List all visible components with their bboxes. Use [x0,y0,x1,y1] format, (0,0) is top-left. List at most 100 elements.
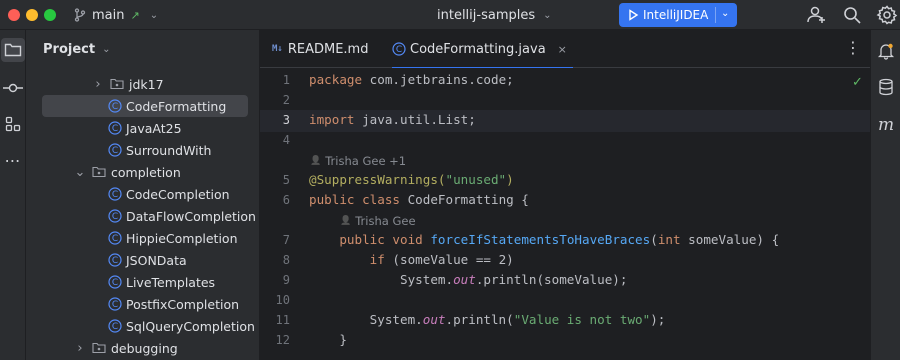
add-user-icon[interactable] [805,4,827,26]
java-class-icon: C [108,231,122,245]
tree-file[interactable]: C SqlQueryCompletion [108,315,255,337]
folder-icon [110,78,124,90]
tree-folder[interactable]: › debugging [74,337,178,359]
tree-file[interactable]: C PostfixCompletion [108,293,239,315]
tree-item-label: completion [111,164,181,180]
tab-codeformatting[interactable]: C CodeFormatting.java × [392,30,573,69]
tab-readme[interactable]: M↓ README.md [272,30,368,68]
m-plugin-button[interactable]: m [875,114,897,136]
code-token: java.util.List; [362,112,476,127]
code-author-hint[interactable]: 👤 Trisha Gee [340,214,416,228]
editor-tabs: M↓ README.md C CodeFormatting.java × ⋮ [260,30,870,69]
tree-file[interactable]: C DataFlowCompletion [108,205,256,227]
chevron-down-icon: ⌄ [543,9,552,21]
run-configuration-label: IntelliJIDEA [643,8,709,22]
code-token: System. [309,272,454,287]
tree-item-label: SurroundWith [126,142,212,158]
code-token: ); [650,312,666,327]
no-problems-check-icon[interactable]: ✓ [852,75,863,90]
tab-label: CodeFormatting.java [410,41,546,57]
code-token: package [309,72,370,87]
chevron-down-icon[interactable]: ⌄ [721,8,729,19]
code-token: out [422,312,446,327]
folder-icon [92,166,106,178]
user-icon: 👤 [340,216,352,226]
branch-name: main [92,7,125,23]
tree-file[interactable]: C CodeCompletion [108,183,230,205]
tabs-more-icon[interactable]: ⋮ [845,40,861,56]
line-number: 10 [275,293,290,307]
markdown-icon: M↓ [272,44,283,54]
tree-file[interactable]: C SurroundWith [108,139,211,161]
line-number: 1 [282,73,290,87]
minimize-window-button[interactable] [26,9,38,21]
settings-icon[interactable] [876,4,898,26]
code-token: someValue) { [688,232,780,247]
code-token: public class [309,192,408,207]
tree-file[interactable]: C JSONData [108,249,187,271]
code-line: package com.jetbrains.code; [309,72,514,87]
chevron-right-icon[interactable]: › [92,77,104,92]
code-line: import java.util.List; [309,112,476,127]
svg-text:C: C [396,45,402,55]
java-class-icon: C [108,209,122,223]
svg-text:C: C [112,300,118,310]
chevron-down-icon[interactable]: ⌄ [74,165,86,180]
tree-file[interactable]: C HippieCompletion [108,227,238,249]
tree-item-label: HippieCompletion [126,230,238,246]
more-icon: ⋯ [4,150,22,170]
tree-folder[interactable]: ⌄ completion [74,161,181,183]
database-button[interactable] [875,76,897,98]
tree-file[interactable]: C JavaAt25 [108,117,182,139]
line-number: 11 [275,313,290,327]
code-token: int [657,232,689,247]
notifications-button[interactable] [875,40,897,62]
java-class-icon: C [108,143,122,157]
tree-file[interactable]: C LiveTemplates [108,271,215,293]
code-line: } [309,332,347,347]
code-token: ) [506,252,514,267]
code-author-hint[interactable]: 👤 Trisha Gee +1 [310,154,406,168]
code-token: public void [339,232,431,247]
project-panel-header[interactable]: Project ⌄ [43,42,110,57]
line-number: 9 [282,273,290,287]
java-class-icon: C [108,99,122,113]
commit-icon [3,83,23,93]
line-number: 5 [282,173,290,187]
code-token: "unused" [445,172,507,187]
code-token: "Value is not two" [513,312,651,327]
code-line: System.out.println(someValue); [309,272,627,287]
commit-tool-button[interactable] [1,76,25,100]
project-folder-icon [4,43,22,57]
zoom-window-button[interactable] [44,9,56,21]
branch-icon [74,8,86,22]
svg-text:C: C [112,212,118,222]
code-token: import [309,112,363,127]
project-tool-button[interactable] [1,38,25,62]
tree-file[interactable]: C CodeFormatting [42,95,248,117]
project-panel: Project ⌄ › jdk17 C CodeFormatting C JavaAt25… [26,30,260,360]
search-icon[interactable] [841,4,863,26]
run-configuration-button[interactable]: IntelliJIDEA ⌄ [619,3,737,27]
code-token: System. [309,312,423,327]
more-tools-button[interactable]: ⋯ [1,148,25,172]
close-icon[interactable]: × [558,43,567,56]
code-token: forceIfStatementsToHaveBraces [430,232,651,247]
chevron-right-icon[interactable]: › [74,341,86,356]
structure-tool-button[interactable] [1,112,25,136]
line-number: 12 [275,333,290,347]
java-class-icon: C [108,275,122,289]
close-window-button[interactable] [8,9,20,21]
code-line: @SuppressWarnings("unused") [309,172,514,187]
branch-selector[interactable]: main ↗ ⌄ [74,5,158,25]
tree-item-label: debugging [111,340,178,356]
tree-folder[interactable]: › jdk17 [92,73,163,95]
divider [715,7,716,23]
line-number: 7 [282,233,290,247]
code-editor[interactable]: ✓ 1 package com.jetbrains.code; 2 3 import j… [260,68,870,360]
line-number: 2 [282,93,290,107]
project-selector[interactable]: intellij-samples ⌄ [437,5,552,25]
tree-item-label: JSONData [126,252,187,268]
